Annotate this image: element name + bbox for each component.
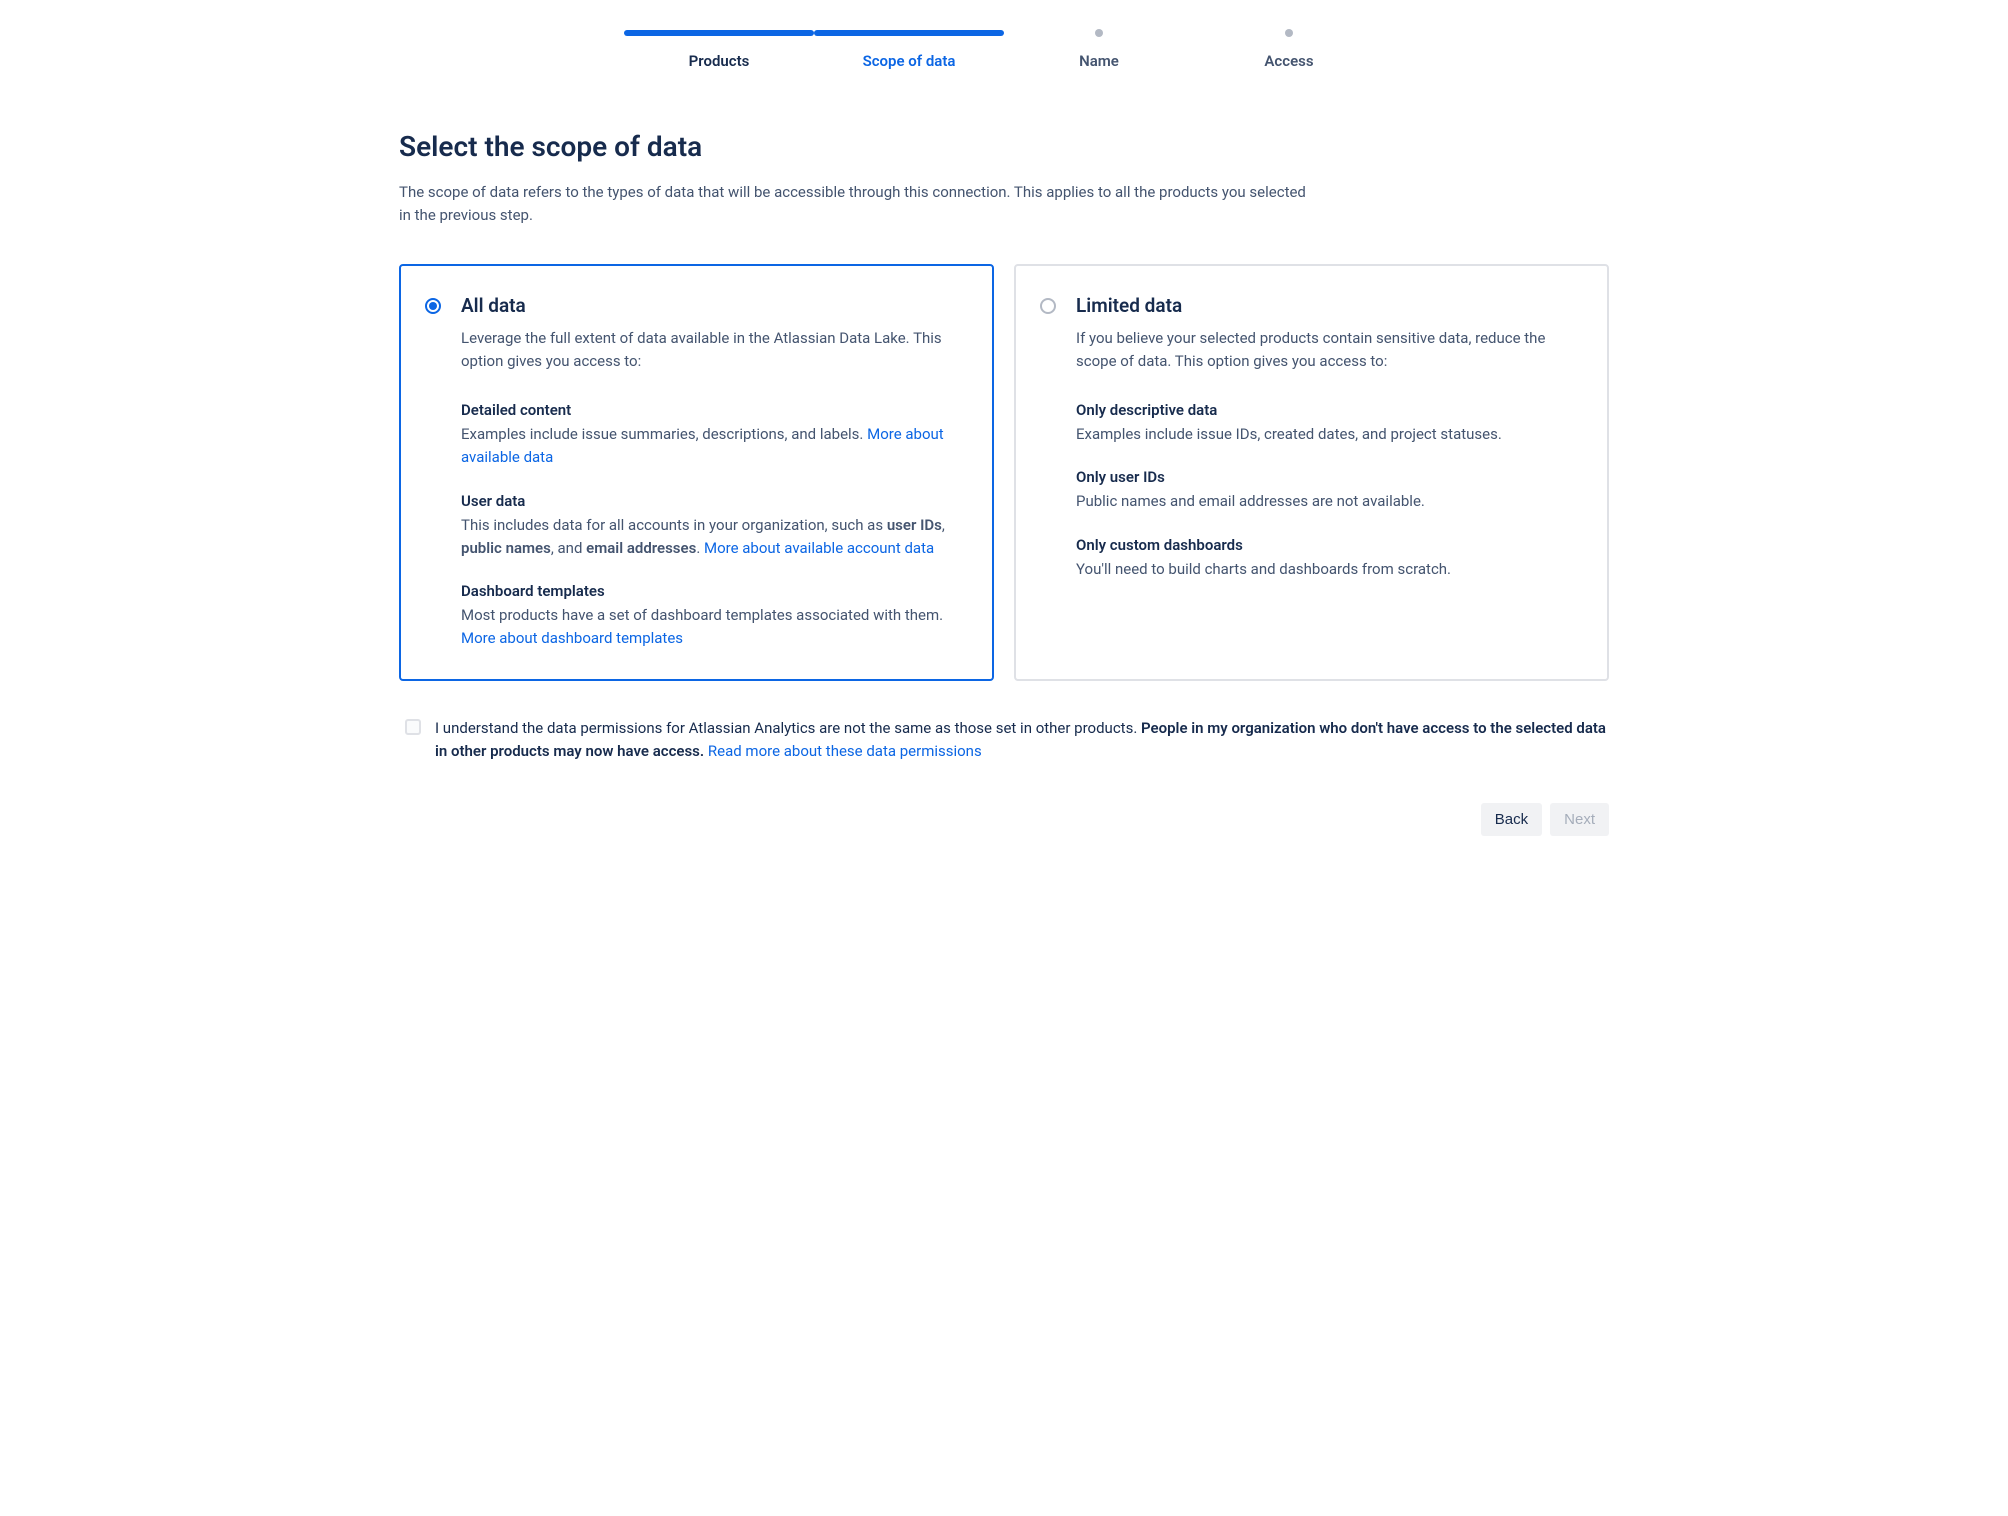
consent-prefix: I understand the data permissions for At… bbox=[435, 719, 1141, 737]
section-only-custom-dashboards: Only custom dashboards You'll need to bu… bbox=[1076, 536, 1579, 581]
option-limited-data[interactable]: Limited data If you believe your selecte… bbox=[1014, 264, 1609, 681]
step-indicator-dot bbox=[1194, 30, 1384, 36]
scope-options: All data Leverage the full extent of dat… bbox=[399, 264, 1609, 681]
option-title: Limited data bbox=[1076, 294, 1579, 317]
consent-checkbox[interactable] bbox=[405, 719, 421, 735]
step-label: Scope of data bbox=[863, 52, 956, 70]
section-body: Examples include issue summaries, descri… bbox=[461, 423, 964, 470]
step-label: Name bbox=[1079, 52, 1119, 70]
section-title: Only custom dashboards bbox=[1076, 536, 1579, 554]
section-body: Examples include issue IDs, created date… bbox=[1076, 423, 1579, 446]
link-data-permissions[interactable]: Read more about these data permissions bbox=[708, 742, 982, 760]
next-button[interactable]: Next bbox=[1550, 803, 1609, 836]
section-detailed-content: Detailed content Examples include issue … bbox=[461, 401, 964, 470]
radio-limited-data[interactable] bbox=[1040, 298, 1056, 314]
suffix: . bbox=[696, 539, 704, 557]
consent-row: I understand the data permissions for At… bbox=[399, 717, 1609, 764]
step-indicator-bar bbox=[814, 30, 1004, 36]
wizard-stepper: Products Scope of data Name Access bbox=[399, 30, 1609, 70]
section-text: Examples include issue summaries, descri… bbox=[461, 425, 867, 443]
consent-text: I understand the data permissions for At… bbox=[435, 717, 1609, 764]
option-intro: Leverage the full extent of data availab… bbox=[461, 327, 964, 374]
separator: , bbox=[942, 516, 945, 534]
option-intro: If you believe your selected products co… bbox=[1076, 327, 1579, 374]
section-title: Dashboard templates bbox=[461, 582, 964, 600]
section-only-user-ids: Only user IDs Public names and email add… bbox=[1076, 468, 1579, 513]
section-dashboard-templates: Dashboard templates Most products have a… bbox=[461, 582, 964, 651]
section-body: Public names and email addresses are not… bbox=[1076, 490, 1579, 513]
step-label: Access bbox=[1264, 52, 1313, 70]
link-more-account-data[interactable]: More about available account data bbox=[704, 539, 934, 557]
section-title: Only user IDs bbox=[1076, 468, 1579, 486]
section-only-descriptive: Only descriptive data Examples include i… bbox=[1076, 401, 1579, 446]
step-access[interactable]: Access bbox=[1194, 30, 1384, 70]
bold-email-addresses: email addresses bbox=[586, 539, 696, 557]
step-indicator-dot bbox=[1004, 30, 1194, 36]
section-title: Only descriptive data bbox=[1076, 401, 1579, 419]
bold-public-names: public names bbox=[461, 539, 551, 557]
section-body: This includes data for all accounts in y… bbox=[461, 514, 964, 561]
option-title: All data bbox=[461, 294, 964, 317]
section-text-prefix: This includes data for all accounts in y… bbox=[461, 516, 887, 534]
step-label: Products bbox=[689, 52, 750, 70]
option-all-data[interactable]: All data Leverage the full extent of dat… bbox=[399, 264, 994, 681]
radio-all-data[interactable] bbox=[425, 298, 441, 314]
section-user-data: User data This includes data for all acc… bbox=[461, 492, 964, 561]
separator: , and bbox=[551, 539, 586, 557]
back-button[interactable]: Back bbox=[1481, 803, 1542, 836]
page-description: The scope of data refers to the types of… bbox=[399, 181, 1319, 228]
section-body: You'll need to build charts and dashboar… bbox=[1076, 558, 1579, 581]
step-scope-of-data[interactable]: Scope of data bbox=[814, 30, 1004, 70]
link-more-dashboard-templates[interactable]: More about dashboard templates bbox=[461, 629, 683, 647]
section-title: Detailed content bbox=[461, 401, 964, 419]
section-text: Most products have a set of dashboard te… bbox=[461, 606, 943, 624]
step-name[interactable]: Name bbox=[1004, 30, 1194, 70]
step-indicator-bar bbox=[624, 30, 814, 36]
section-title: User data bbox=[461, 492, 964, 510]
page-title: Select the scope of data bbox=[399, 130, 1609, 163]
wizard-footer: Back Next bbox=[399, 803, 1609, 836]
step-products[interactable]: Products bbox=[624, 30, 814, 70]
section-body: Most products have a set of dashboard te… bbox=[461, 604, 964, 651]
bold-user-ids: user IDs bbox=[887, 516, 942, 534]
